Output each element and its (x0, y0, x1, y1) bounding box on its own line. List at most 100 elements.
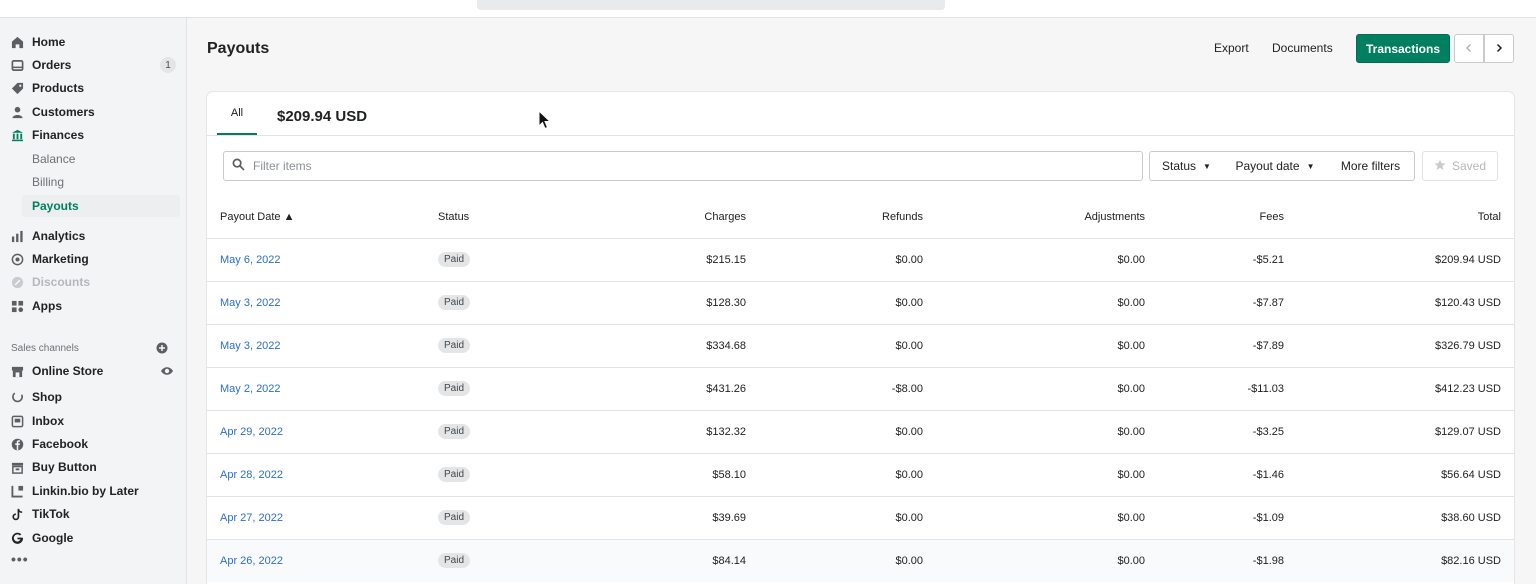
buy-button-icon (10, 460, 24, 474)
sidebar-item-discounts[interactable]: Discounts (10, 271, 180, 293)
table-row[interactable]: May 3, 2022 Paid $334.68 $0.00 $0.00 -$7… (207, 324, 1514, 367)
payout-date-link[interactable]: May 3, 2022 (220, 297, 281, 309)
sidebar-item-customers[interactable]: Customers (10, 101, 180, 123)
sidebar-item-products[interactable]: Products (10, 77, 180, 99)
global-search-bar[interactable] (477, 0, 945, 10)
more-channels-icon[interactable]: ••• (11, 551, 29, 567)
total-cell: $129.07 USD (1434, 426, 1501, 438)
star-icon (1434, 159, 1446, 174)
search-icon (232, 158, 245, 174)
sidebar-item-facebook[interactable]: Facebook (10, 433, 180, 455)
tiktok-icon (10, 507, 24, 521)
column-header-charges: Charges (704, 211, 746, 223)
status-filter-button[interactable]: Status ▼ (1149, 151, 1224, 181)
table-row[interactable]: Apr 28, 2022 Paid $58.10 $0.00 $0.00 -$1… (207, 453, 1514, 496)
sidebar-item-label: Payouts (32, 199, 79, 213)
eye-icon[interactable] (160, 364, 174, 378)
previous-page-button[interactable] (1454, 34, 1484, 63)
sidebar-item-label: Home (32, 35, 66, 49)
refunds-cell: $0.00 (895, 555, 923, 567)
fees-cell: -$1.46 (1252, 469, 1284, 481)
sidebar-item-shop[interactable]: Shop (10, 386, 180, 408)
tab-all[interactable]: All (217, 92, 257, 135)
sidebar: Home Orders 1 Products Customers Finance… (0, 18, 187, 584)
table-row[interactable]: May 3, 2022 Paid $128.30 $0.00 $0.00 -$7… (207, 281, 1514, 324)
sidebar-item-label: Facebook (32, 437, 89, 451)
top-bar (0, 0, 1536, 18)
add-channel-icon[interactable] (156, 342, 168, 354)
adjustments-cell: $0.00 (1117, 383, 1145, 395)
adjustments-cell: $0.00 (1117, 426, 1145, 438)
sidebar-item-analytics[interactable]: Analytics (10, 225, 180, 247)
sidebar-item-tiktok[interactable]: TikTok (10, 503, 180, 525)
status-badge: Paid (438, 510, 471, 525)
sidebar-item-home[interactable]: Home (10, 31, 180, 53)
table-row[interactable]: May 2, 2022 Paid $431.26 -$8.00 $0.00 -$… (207, 367, 1514, 410)
sidebar-item-label: Orders (32, 58, 72, 72)
total-cell: $209.94 USD (1434, 254, 1501, 266)
fees-cell: -$3.25 (1252, 426, 1284, 438)
chevron-right-icon (1494, 42, 1504, 56)
orders-icon (10, 58, 24, 72)
sidebar-item-label: Online Store (32, 364, 104, 378)
table-row[interactable]: Apr 26, 2022 Paid $84.14 $0.00 $0.00 -$1… (207, 539, 1514, 582)
sidebar-item-balance[interactable]: Balance (22, 148, 192, 170)
documents-button[interactable]: Documents (1272, 41, 1333, 55)
payout-date-link[interactable]: Apr 29, 2022 (220, 426, 283, 438)
refunds-cell: $0.00 (895, 340, 923, 352)
adjustments-cell: $0.00 (1117, 297, 1145, 309)
payout-date-filter-button[interactable]: Payout date ▼ (1223, 151, 1328, 181)
payout-date-link[interactable]: Apr 28, 2022 (220, 469, 283, 481)
charges-cell: $431.26 (706, 383, 746, 395)
more-filters-button[interactable]: More filters (1327, 151, 1415, 181)
charges-cell: $128.30 (706, 297, 746, 309)
google-icon (10, 531, 24, 545)
target-icon (10, 252, 24, 266)
sidebar-item-label: Inbox (32, 414, 64, 428)
payout-date-link[interactable]: Apr 27, 2022 (220, 512, 283, 524)
adjustments-cell: $0.00 (1117, 469, 1145, 481)
status-filter-label: Status (1162, 159, 1197, 173)
home-icon (10, 35, 24, 49)
payouts-card: All $209.94 USD Status ▼ Payout date ▼ M… (207, 92, 1514, 584)
sidebar-item-billing[interactable]: Billing (22, 171, 192, 193)
sidebar-item-marketing[interactable]: Marketing (10, 248, 180, 270)
table-row[interactable]: Apr 29, 2022 Paid $132.32 $0.00 $0.00 -$… (207, 410, 1514, 453)
sidebar-item-finances[interactable]: Finances (10, 124, 180, 146)
next-page-button[interactable] (1484, 34, 1514, 63)
tag-icon (10, 81, 24, 95)
sidebar-item-label: Finances (32, 128, 85, 142)
total-cell: $38.60 USD (1441, 512, 1501, 524)
sidebar-item-payouts[interactable]: Payouts (22, 195, 180, 217)
sidebar-item-orders[interactable]: Orders 1 (10, 54, 180, 76)
sidebar-item-label: Google (32, 531, 74, 545)
payout-date-link[interactable]: Apr 26, 2022 (220, 555, 283, 567)
status-badge: Paid (438, 553, 471, 568)
sidebar-item-buy-button[interactable]: Buy Button (10, 456, 180, 478)
transactions-button[interactable]: Transactions (1356, 34, 1450, 63)
charges-cell: $215.15 (706, 254, 746, 266)
total-cell: $56.64 USD (1441, 469, 1501, 481)
payout-date-link[interactable]: May 3, 2022 (220, 340, 281, 352)
sales-channels-heading: Sales channels (11, 343, 79, 354)
refunds-cell: $0.00 (895, 426, 923, 438)
sidebar-item-label: Customers (32, 105, 95, 119)
payout-date-link[interactable]: May 2, 2022 (220, 383, 281, 395)
saved-button[interactable]: Saved (1422, 151, 1498, 181)
total-cell: $326.79 USD (1434, 340, 1501, 352)
fees-cell: -$5.21 (1252, 254, 1284, 266)
sidebar-item-online-store[interactable]: Online Store (10, 360, 180, 382)
charges-cell: $132.32 (706, 426, 746, 438)
filter-items-field[interactable] (223, 151, 1143, 181)
filter-items-input[interactable] (253, 159, 1113, 173)
column-header-payout-date[interactable]: Payout Date ▲ (220, 211, 294, 223)
payout-date-link[interactable]: May 6, 2022 (220, 254, 281, 266)
table-row[interactable]: Apr 27, 2022 Paid $39.69 $0.00 $0.00 -$1… (207, 496, 1514, 539)
sidebar-item-inbox[interactable]: Inbox (10, 410, 180, 432)
export-button[interactable]: Export (1214, 41, 1249, 55)
charges-cell: $58.10 (712, 469, 746, 481)
sidebar-item-google[interactable]: Google (10, 527, 180, 549)
sidebar-item-linkinbio[interactable]: Linkin.bio by Later (10, 480, 180, 502)
sidebar-item-apps[interactable]: Apps (10, 295, 180, 317)
table-row[interactable]: May 6, 2022 Paid $215.15 $0.00 $0.00 -$5… (207, 238, 1514, 281)
